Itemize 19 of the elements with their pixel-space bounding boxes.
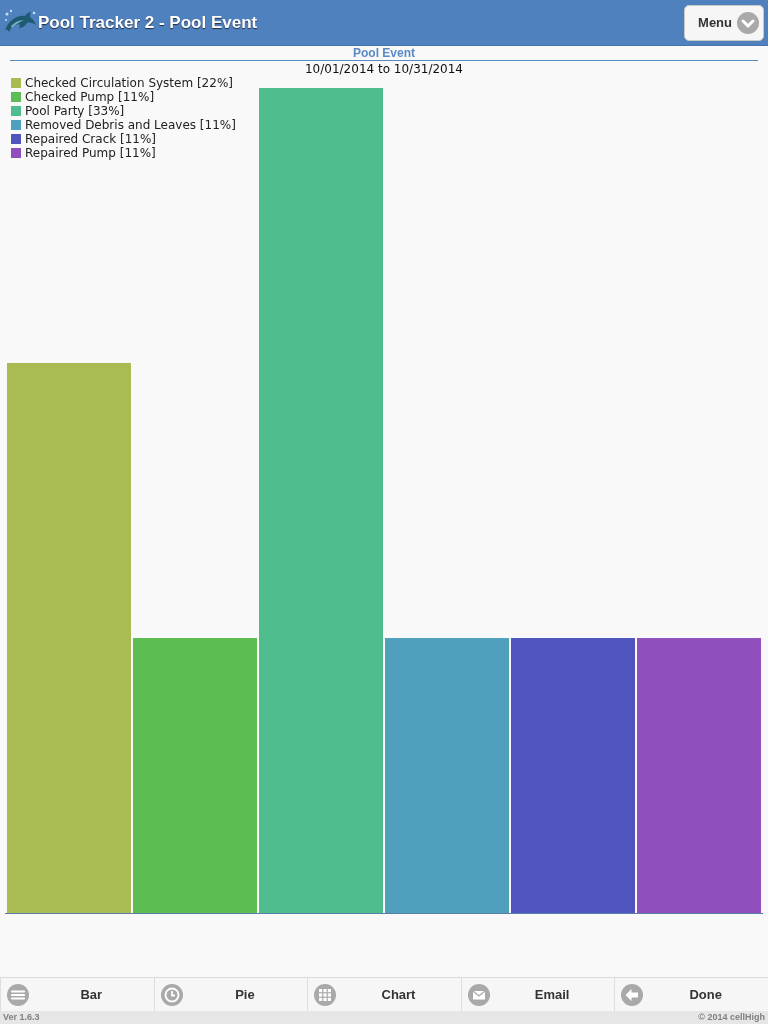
legend-label: Pool Party [33%] bbox=[25, 104, 125, 118]
list-icon bbox=[7, 983, 29, 1006]
app-title: Pool Tracker 2 - Pool Event bbox=[38, 12, 258, 33]
dolphin-icon bbox=[3, 7, 37, 34]
legend-label: Checked Pump [11%] bbox=[25, 90, 155, 104]
arrow-left-icon bbox=[621, 983, 644, 1006]
chart-title: Pool Event bbox=[353, 47, 415, 60]
clock-icon bbox=[160, 983, 183, 1006]
legend-label: Removed Debris and Leaves [11%] bbox=[25, 118, 236, 132]
chevron-down-icon bbox=[737, 11, 759, 34]
menu-button[interactable]: Menu bbox=[684, 4, 764, 41]
grid-icon bbox=[314, 983, 337, 1006]
legend-label: Repaired Pump [11%] bbox=[25, 146, 156, 160]
mail-icon bbox=[467, 983, 490, 1006]
version-label: Ver 1.6.3 bbox=[3, 1012, 40, 1023]
legend-label: Checked Circulation System [22%] bbox=[25, 76, 233, 90]
date-range: 10/01/2014 to 10/31/2014 bbox=[305, 61, 463, 76]
copyright-label: © 2014 cellHigh bbox=[698, 1012, 765, 1023]
legend-label: Repaired Crack [11%] bbox=[25, 132, 157, 146]
